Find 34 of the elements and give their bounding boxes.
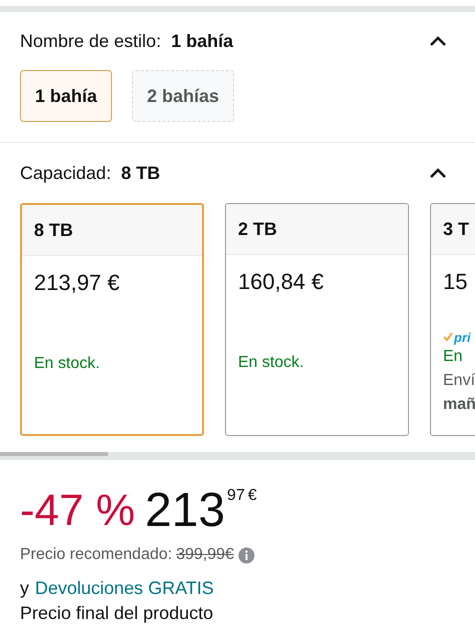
recommended-price-label: Precio recomendado:: [20, 546, 172, 564]
capacity-label: Capacidad:: [20, 162, 112, 184]
stock-status: En: [443, 348, 464, 366]
card-price: 160,84 €: [238, 269, 325, 296]
collapse-icon[interactable]: [429, 35, 447, 47]
price-currency: €: [248, 486, 257, 506]
capacity-value: 8 TB: [121, 162, 160, 184]
style-label: Nombre de estilo:: [20, 30, 162, 52]
card-price: 15: [443, 269, 468, 296]
capacity-card[interactable]: 8 TB 213,97 € En stock.: [20, 203, 204, 436]
free-returns-link[interactable]: Devoluciones GRATIS: [35, 578, 214, 599]
returns-prefix: y: [20, 578, 29, 599]
collapse-icon[interactable]: [429, 167, 447, 179]
capacity-card[interactable]: 2 TB 160,84 € En stock.: [225, 203, 409, 436]
card-title: 8 TB: [34, 220, 74, 240]
discount: -47 %: [20, 486, 135, 536]
style-option[interactable]: 1 bahía: [20, 70, 112, 122]
card-title: 2 TB: [238, 218, 278, 240]
recommended-price: 399,99€: [176, 546, 234, 564]
delivery-date: mañ: [443, 396, 475, 414]
prime-label: pri: [454, 330, 471, 344]
price-fraction: 97: [227, 486, 245, 506]
check-icon: [443, 332, 453, 342]
stock-status: En stock.: [34, 355, 101, 373]
capacity-card[interactable]: 3 T 15 pri En Enví mañ: [430, 203, 475, 436]
delivery-text: Enví: [443, 372, 475, 390]
style-option[interactable]: 2 bahías: [132, 70, 234, 122]
card-title: 3 T: [443, 218, 470, 240]
stock-status: En stock.: [238, 354, 305, 372]
price-whole: 213: [144, 486, 226, 536]
final-price-note: Precio final del producto: [20, 603, 214, 624]
style-value: 1 bahía: [171, 30, 234, 52]
info-icon[interactable]: [238, 546, 255, 564]
card-price: 213,97 €: [34, 270, 121, 297]
